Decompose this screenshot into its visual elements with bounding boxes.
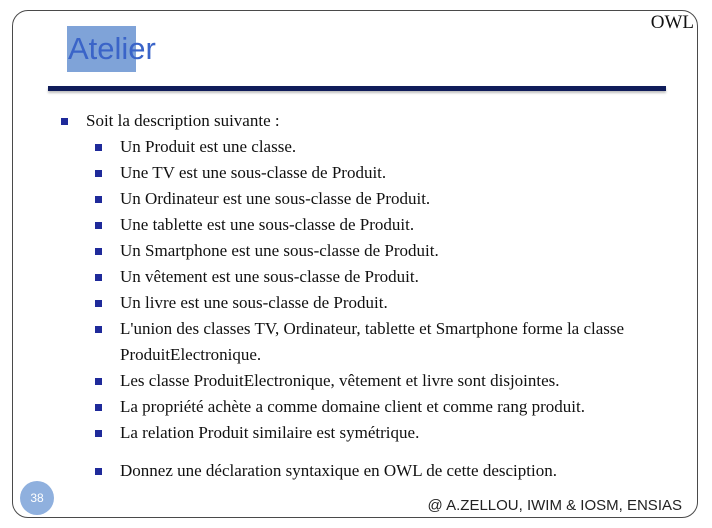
square-bullet-icon bbox=[95, 248, 102, 255]
title-divider bbox=[48, 86, 666, 91]
slide-title: Atelier bbox=[68, 31, 156, 66]
square-bullet-icon bbox=[95, 170, 102, 177]
list-item-text: Les classe ProduitElectronique, vêtement… bbox=[120, 371, 560, 390]
list-item: La relation Produit similaire est symétr… bbox=[58, 420, 690, 446]
list-item: La propriété achète a comme domaine clie… bbox=[58, 394, 690, 420]
square-bullet-icon bbox=[95, 468, 102, 475]
square-bullet-icon bbox=[95, 326, 102, 333]
list-item-text: Une tablette est une sous-classe de Prod… bbox=[120, 215, 415, 234]
square-bullet-icon bbox=[95, 430, 102, 437]
slide-content: Soit la description suivante : Un Produi… bbox=[58, 108, 690, 484]
square-bullet-icon bbox=[95, 144, 102, 151]
intro-text: Soit la description suivante : bbox=[86, 111, 280, 130]
square-bullet-icon bbox=[95, 404, 102, 411]
square-bullet-icon bbox=[95, 378, 102, 385]
page-number-badge: 38 bbox=[20, 481, 54, 515]
list-item-text: Un Ordinateur est une sous-classe de Pro… bbox=[120, 189, 431, 208]
square-bullet-icon bbox=[95, 274, 102, 281]
square-bullet-icon bbox=[95, 300, 102, 307]
list-item-text: La relation Produit similaire est symétr… bbox=[120, 423, 420, 442]
task-text: Donnez une déclaration syntaxique en OWL… bbox=[120, 461, 557, 480]
list-item: Un vêtement est une sous-classe de Produ… bbox=[58, 264, 690, 290]
square-bullet-icon bbox=[61, 118, 68, 125]
list-item: Une TV est une sous-classe de Produit. bbox=[58, 160, 690, 186]
list-item-text: La propriété achète a comme domaine clie… bbox=[120, 397, 585, 416]
list-item: Une tablette est une sous-classe de Prod… bbox=[58, 212, 690, 238]
bullet-intro: Soit la description suivante : bbox=[58, 108, 690, 134]
list-item: Un Produit est une classe. bbox=[58, 134, 690, 160]
list-item-text: L'union des classes TV, Ordinateur, tabl… bbox=[120, 319, 625, 364]
footer-credit: @ A.ZELLOU, IWIM & IOSM, ENSIAS bbox=[427, 497, 682, 514]
list-item-text: Un Smartphone est une sous-classe de Pro… bbox=[120, 241, 439, 260]
list-item-text: Un livre est une sous-classe de Produit. bbox=[120, 293, 388, 312]
square-bullet-icon bbox=[95, 222, 102, 229]
task-item: Donnez une déclaration syntaxique en OWL… bbox=[58, 458, 690, 484]
list-item-text: Une TV est une sous-classe de Produit. bbox=[120, 163, 387, 182]
list-item-text: Un vêtement est une sous-classe de Produ… bbox=[120, 267, 419, 286]
corner-label: OWL bbox=[650, 12, 694, 33]
list-item: L'union des classes TV, Ordinateur, tabl… bbox=[58, 316, 690, 368]
list-item: Un Ordinateur est une sous-classe de Pro… bbox=[58, 186, 690, 212]
list-item-text: Un Produit est une classe. bbox=[120, 137, 297, 156]
list-item: Un Smartphone est une sous-classe de Pro… bbox=[58, 238, 690, 264]
list-item: Un livre est une sous-classe de Produit. bbox=[58, 290, 690, 316]
list-item: Les classe ProduitElectronique, vêtement… bbox=[58, 368, 690, 394]
square-bullet-icon bbox=[95, 196, 102, 203]
